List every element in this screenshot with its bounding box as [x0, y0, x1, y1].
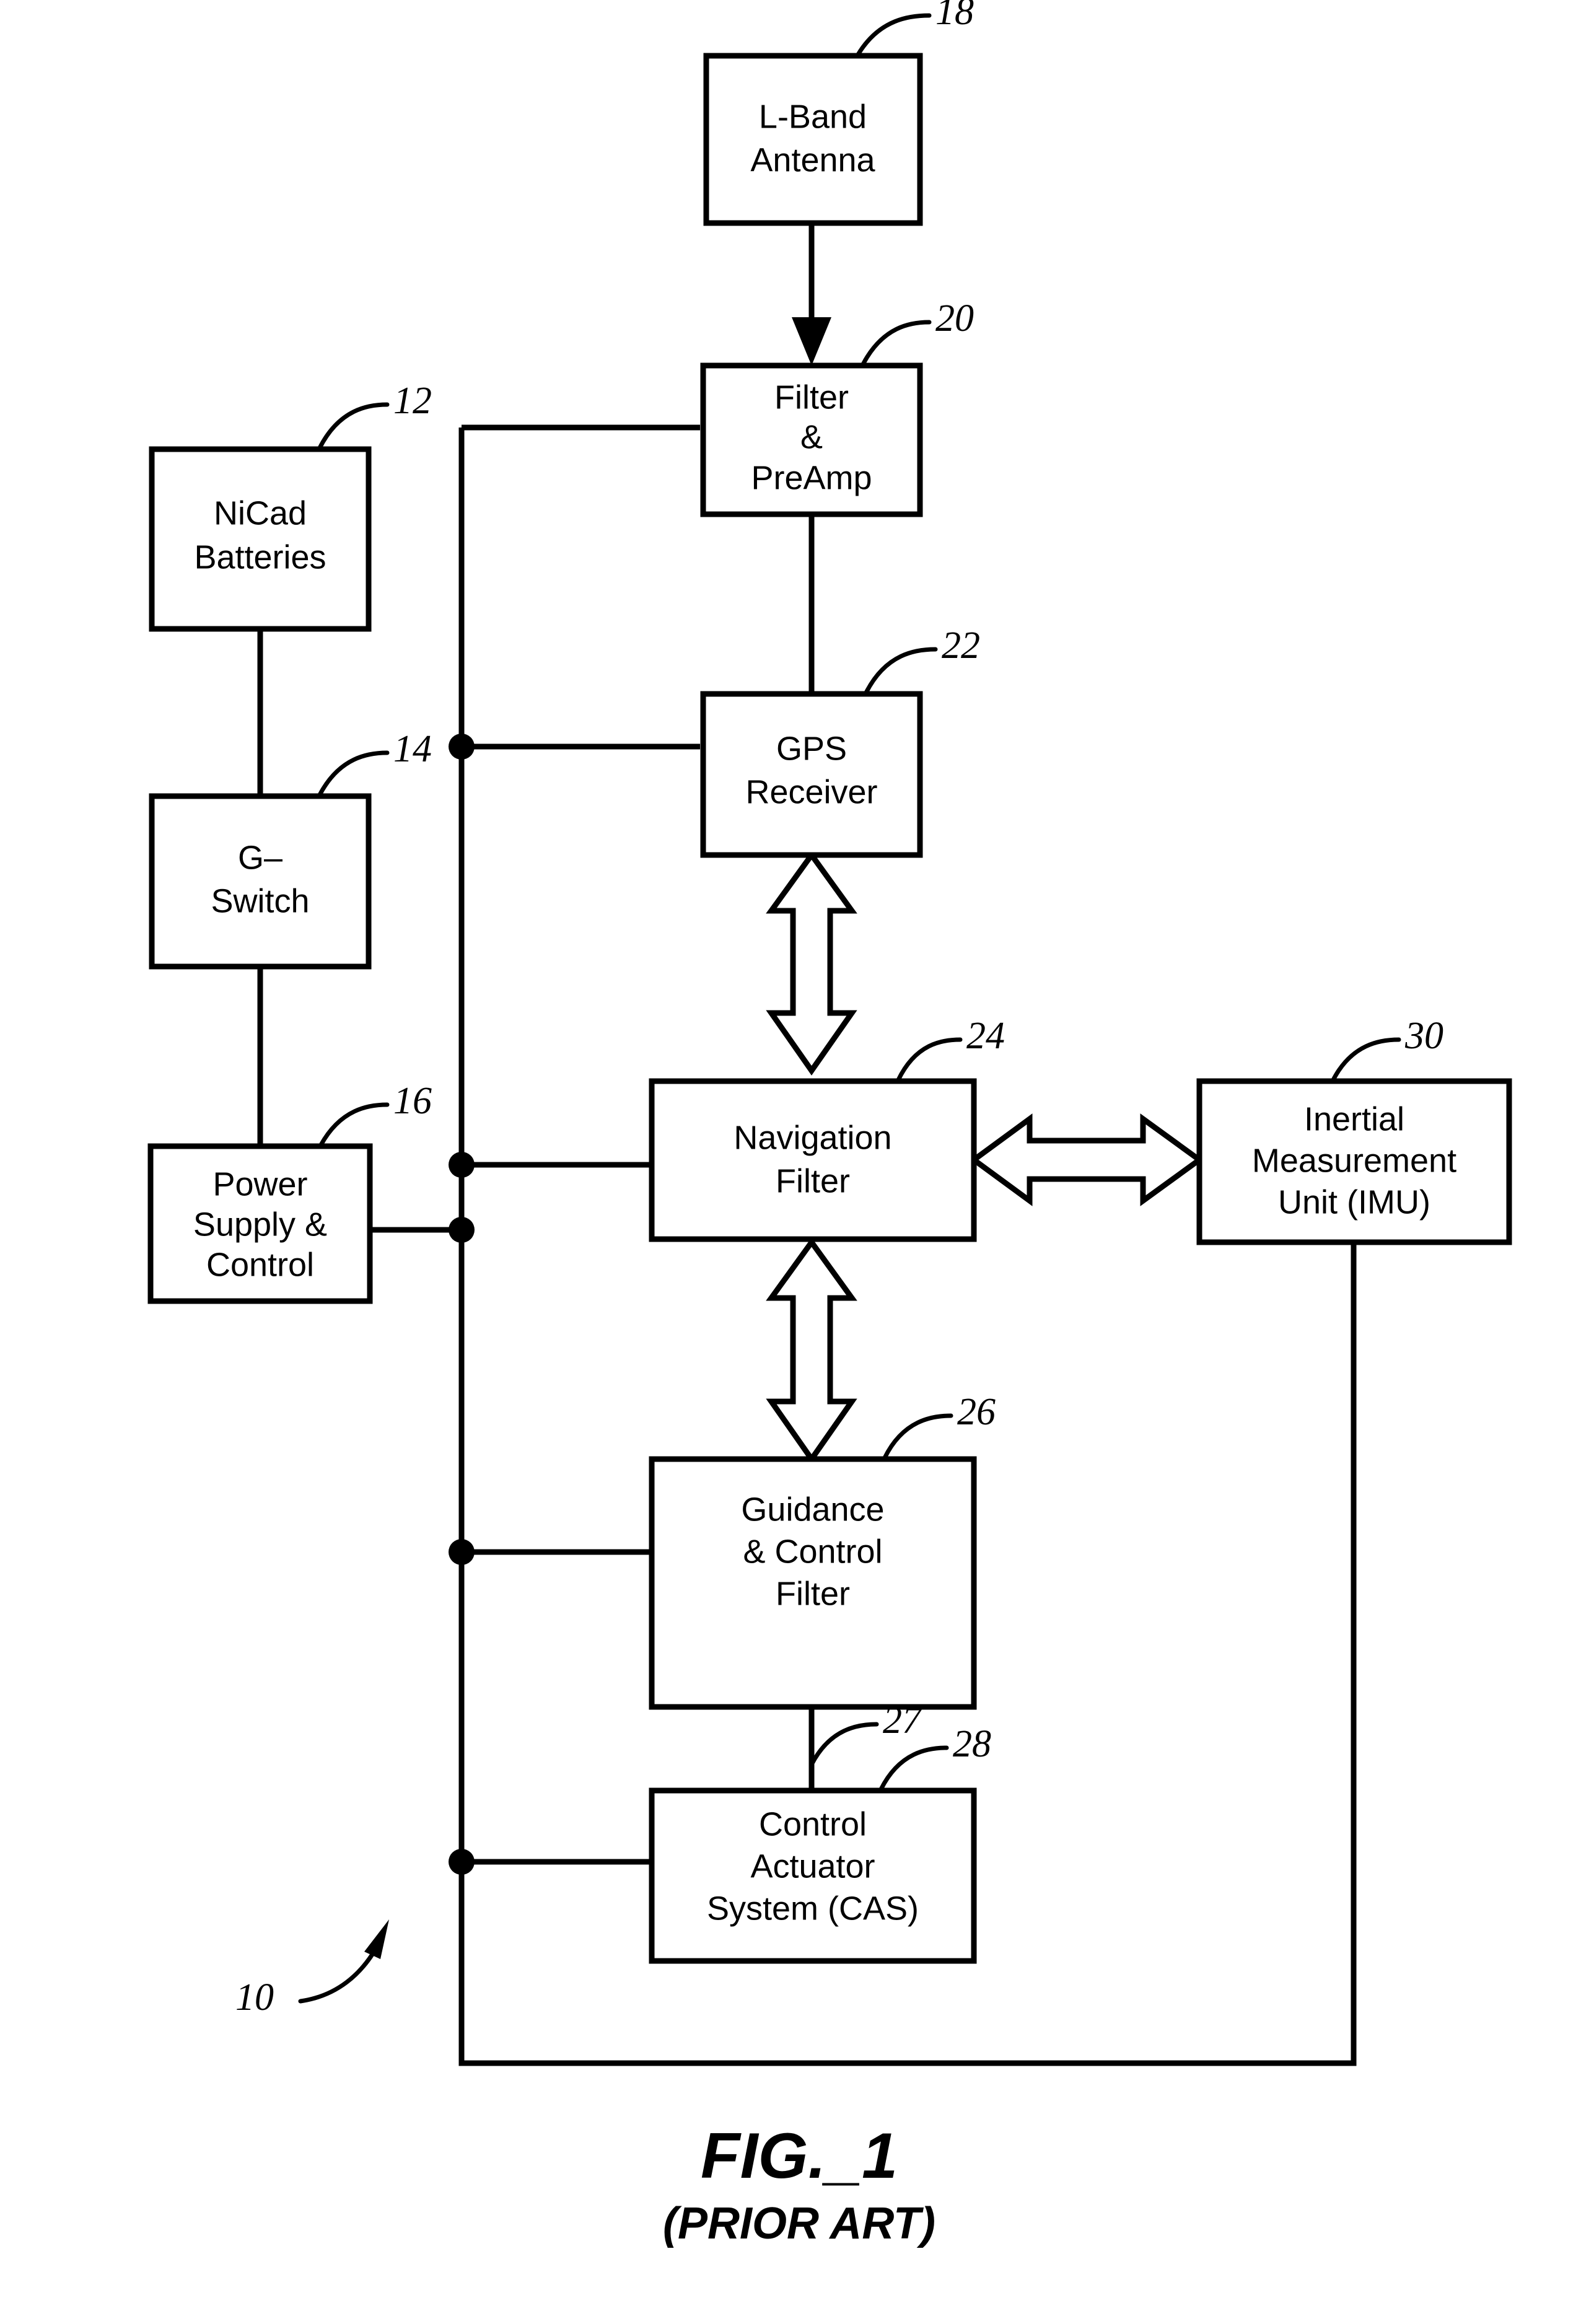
block-power-supply-control-line-2: Control — [206, 1246, 314, 1283]
block-imu-line-0: Inertial — [1304, 1100, 1404, 1138]
leader-line-18 — [856, 13, 932, 57]
arrowhead-ref-10 — [364, 1919, 389, 1959]
ref-number-12: 12 — [393, 380, 432, 422]
ref-number-14: 14 — [393, 728, 432, 770]
leader-line-22 — [864, 647, 938, 695]
figure-title: FIG._1 — [701, 2120, 898, 2192]
leader-line-14 — [317, 750, 390, 797]
leader-line-20 — [861, 320, 932, 367]
block-navigation-filter-line-1: Filter — [776, 1162, 850, 1199]
leader-line-26 — [882, 1413, 953, 1460]
leader-line-28 — [878, 1745, 949, 1792]
junction-dot-powersupply — [449, 1217, 475, 1243]
ref-number-20: 20 — [935, 297, 974, 340]
bidir-arrow-navfilter-guidance — [766, 1237, 857, 1464]
block-nicad-batteries[interactable]: NiCad Batteries — [149, 446, 372, 632]
block-navigation-filter-rect — [649, 1078, 977, 1242]
ref-number-28: 28 — [953, 1723, 991, 1765]
block-filter-preamp-line-0: Filter — [774, 379, 849, 416]
leader-line-27 — [809, 1722, 879, 1767]
ref-number-18: 18 — [935, 0, 974, 33]
block-filter-preamp[interactable]: Filter & PreAmp — [700, 362, 923, 517]
block-l-band-antenna[interactable]: L-Band Antenna — [703, 53, 923, 226]
leader-line-12 — [317, 402, 390, 450]
block-cas-line-2: System (CAS) — [707, 1890, 919, 1927]
block-l-band-antenna-line-1: Antenna — [750, 141, 875, 178]
block-navigation-filter-line-0: Navigation — [734, 1119, 891, 1156]
block-nicad-batteries-line-0: NiCad — [214, 494, 307, 532]
leader-line-16 — [318, 1102, 390, 1147]
block-gps-receiver[interactable]: GPS Receiver — [700, 691, 923, 858]
ref-number-10: 10 — [235, 1976, 274, 2019]
block-cas-line-1: Actuator — [750, 1848, 875, 1885]
block-filter-preamp-line-2: PreAmp — [751, 459, 872, 496]
block-power-supply-control[interactable]: Power Supply & Control — [147, 1143, 373, 1304]
junction-dot-gps — [449, 734, 475, 760]
block-g-switch[interactable]: G– Switch — [149, 793, 372, 970]
block-control-actuator-system[interactable]: Control Actuator System (CAS) — [649, 1787, 977, 1964]
block-gps-receiver-line-0: GPS — [776, 730, 847, 767]
figure-subtitle: (PRIOR ART) — [663, 2199, 935, 2248]
junction-dot-navfilter — [449, 1152, 475, 1178]
block-g-switch-line-1: Switch — [211, 882, 309, 919]
block-gps-receiver-line-1: Receiver — [745, 773, 877, 810]
bidir-arrow-navfilter-imu — [969, 1113, 1204, 1206]
block-navigation-filter[interactable]: Navigation Filter — [649, 1078, 977, 1242]
block-power-supply-control-line-0: Power — [212, 1165, 307, 1203]
ref-number-26: 26 — [957, 1391, 996, 1433]
block-nicad-batteries-line-1: Batteries — [194, 538, 326, 576]
ref-number-16: 16 — [393, 1080, 432, 1122]
block-guidance-control-filter-line-2: Filter — [776, 1575, 850, 1612]
leader-line-30 — [1331, 1037, 1401, 1082]
block-g-switch-rect — [149, 793, 372, 970]
ref-number-22: 22 — [942, 625, 980, 667]
junction-dot-cas — [449, 1849, 475, 1875]
block-l-band-antenna-line-0: L-Band — [759, 98, 867, 135]
block-cas-line-0: Control — [759, 1805, 867, 1843]
ref-number-30: 30 — [1404, 1015, 1443, 1057]
block-l-band-antenna-rect — [703, 53, 923, 226]
block-filter-preamp-line-1: & — [800, 418, 823, 455]
block-power-supply-control-line-1: Supply & — [193, 1206, 327, 1243]
ref-number-24: 24 — [966, 1015, 1005, 1057]
block-guidance-control-filter[interactable]: Guidance & Control Filter — [649, 1456, 977, 1710]
block-inertial-measurement-unit[interactable]: Inertial Measurement Unit (IMU) — [1196, 1078, 1512, 1245]
bidir-arrow-gps-navfilter — [766, 850, 857, 1076]
block-imu-line-2: Unit (IMU) — [1278, 1183, 1430, 1221]
ref-number-27: 27 — [883, 1699, 923, 1742]
leader-line-24 — [896, 1037, 963, 1082]
block-guidance-control-filter-line-0: Guidance — [741, 1491, 884, 1528]
arrowhead-antenna-to-filter — [792, 317, 831, 366]
junction-dot-guidance — [449, 1539, 475, 1565]
block-imu-line-1: Measurement — [1252, 1142, 1456, 1179]
block-diagram: L-Band Antenna 18 Filter & PreAmp 20 GPS… — [147, 0, 1512, 2248]
block-g-switch-line-0: G– — [238, 839, 282, 876]
block-guidance-control-filter-line-1: & Control — [743, 1533, 882, 1570]
patent-figure-page: L-Band Antenna 18 Filter & PreAmp 20 GPS… — [0, 0, 1581, 2324]
